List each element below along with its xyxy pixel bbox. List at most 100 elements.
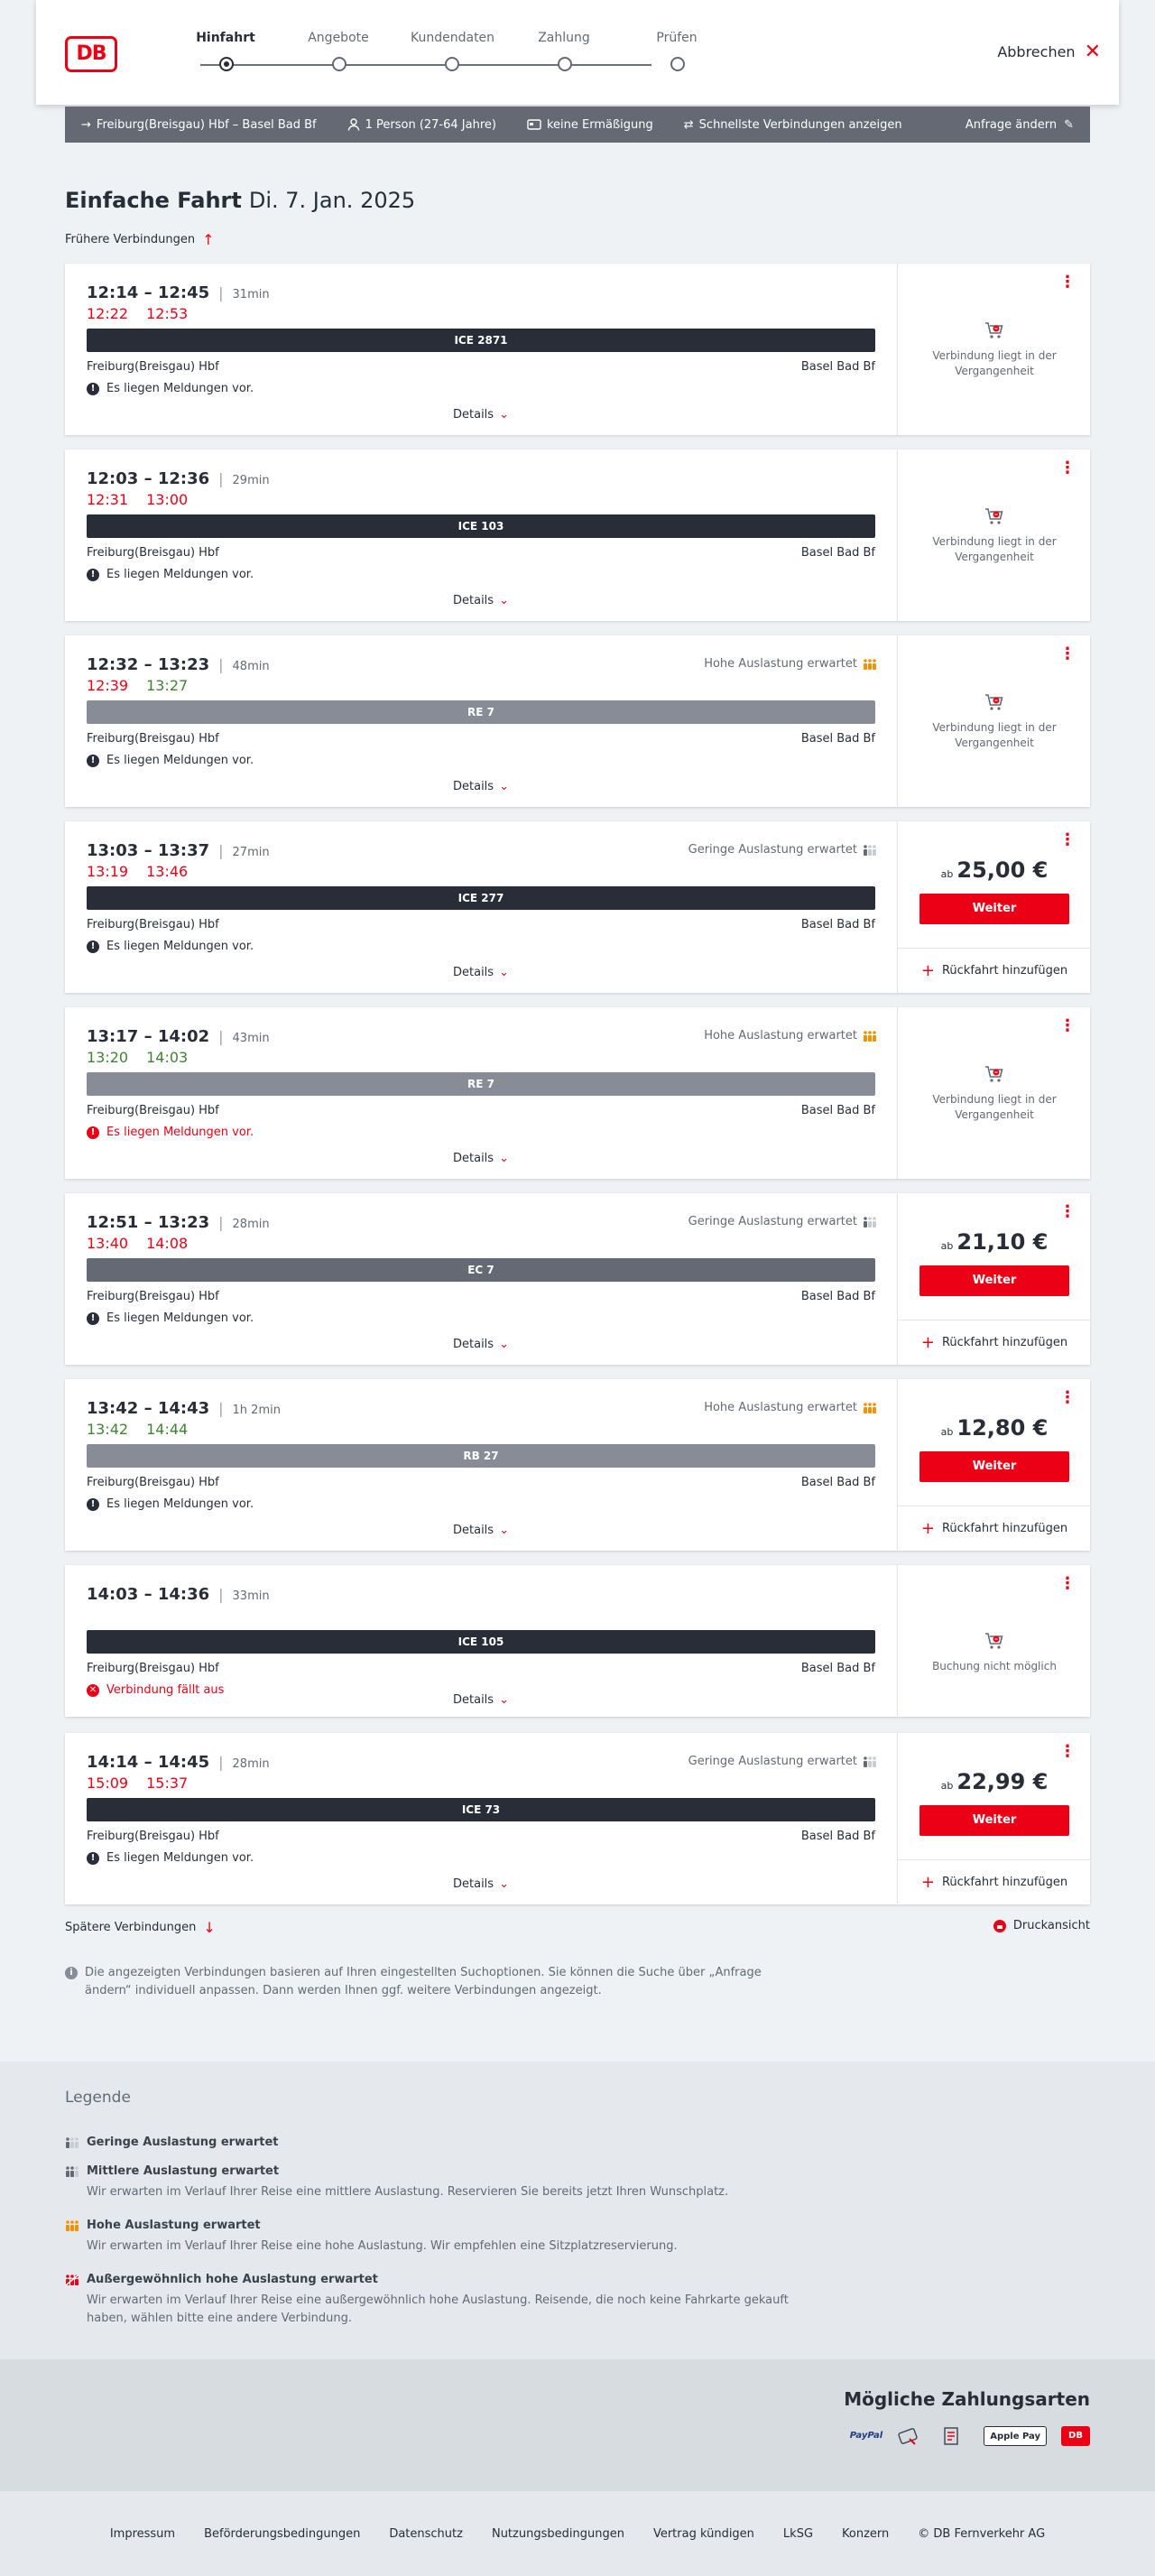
chevron-down-icon: ⌄ [499,408,509,422]
footer-link-konzern[interactable]: Konzern [842,2527,889,2541]
add-return-button[interactable]: + Rückfahrt hinzufügen [898,1320,1091,1365]
cancel-button[interactable]: Abbrechen ✕ [997,42,1101,61]
destination-station: Basel Bad Bf [800,1104,875,1117]
train-bar: ICE 105 [87,1630,875,1654]
footer: Impressum Beförderungsbedingungen Datens… [0,2491,1155,2576]
connection-card[interactable]: 13:03 – 13:37 | 27min 13:19 13:46 Geringe Aus… [65,821,1091,993]
booking-page: DB Hinfahrt Angebote Kundendaten Zahlung… [0,0,1155,2576]
more-options-icon[interactable]: ⋮ [1059,1390,1076,1406]
step-dot [219,57,234,71]
notice-message: ! Es liegen Meldungen vor. [87,1126,254,1139]
step-dot [558,57,572,71]
arrow-up-icon: ↑ [202,231,215,248]
origin-station: Freiburg(Breisgau) Hbf [87,1290,219,1303]
duration: 33min [232,1589,270,1603]
more-options-icon[interactable]: ⋮ [1059,274,1076,291]
more-options-icon[interactable]: ⋮ [1059,1204,1076,1220]
realtime-arrival: 13:46 [146,863,189,880]
duration: 43min [232,1032,270,1045]
footer-link-datenschutz[interactable]: Datenschutz [389,2527,463,2541]
print-view-link[interactable]: Druckansicht [993,1919,1090,1932]
details-toggle[interactable]: Details ⌄ [65,408,897,422]
connection-card[interactable]: 13:17 – 14:02 | 43min 13:20 14:03 Hohe Auslas… [65,1007,1090,1179]
db-logo[interactable]: DB [65,36,117,72]
origin-station: Freiburg(Breisgau) Hbf [87,1662,219,1675]
details-toggle[interactable]: Details ⌄ [65,780,897,793]
more-options-icon[interactable]: ⋮ [1059,1018,1076,1034]
footer-link-vertrag-kuendigen[interactable]: Vertrag kündigen [653,2527,754,2541]
change-query-button[interactable]: Anfrage ändern ✎ [966,118,1074,132]
footer-link-lksg[interactable]: LkSG [783,2527,813,2541]
more-options-icon[interactable]: ⋮ [1059,1744,1076,1760]
occupancy-high-icon [863,658,877,671]
connection-details: 14:03 – 14:36 | 33min ICE 105 Freiburg(Breis… [65,1565,897,1717]
footer-link-impressum[interactable]: Impressum [110,2527,175,2541]
continue-button[interactable]: Weiter [919,1451,1069,1482]
destination-station: Basel Bad Bf [800,1830,875,1843]
more-options-icon[interactable]: ⋮ [1059,832,1076,848]
details-toggle[interactable]: Details ⌄ [65,1693,897,1707]
connection-card[interactable]: 12:14 – 12:45 | 31min 12:22 12:53 ICE 2871 Fre… [65,264,1090,435]
more-options-icon[interactable]: ⋮ [1059,460,1076,477]
realtime-times: 13:19 13:46 [87,863,188,880]
apple-pay-icon: Apple Pay [984,2426,1047,2446]
later-connections-link[interactable]: Spätere Verbindungen ↓ [65,1919,216,1936]
scheduled-times: 13:42 – 14:43 | 1h 2min [87,1399,281,1418]
footer-link-nutzungsbedingungen[interactable]: Nutzungsbedingungen [492,2527,624,2541]
connection-status: Verbindung liegt in der Vergangenheit [898,1063,1091,1123]
alert-icon: ! [87,940,99,953]
connection-card[interactable]: 14:14 – 14:45 | 28min 15:09 15:37 Geringe Aus… [65,1733,1091,1904]
search-info-note: i Die angezeigten Verbindungen basieren a… [65,1964,769,2000]
details-toggle[interactable]: Details ⌄ [65,1877,897,1891]
price: ab 12,80 € [940,1415,1049,1441]
footer-link-befoerderungsbedingungen[interactable]: Beförderungsbedingungen [204,2527,360,2541]
connection-card[interactable]: 14:03 – 14:36 | 33min ICE 105 Freiburg(Breis… [65,1565,1090,1717]
offer-panel: ⋮ ab 25,00 € Weiter + Rückfahrt hinzufügen [897,821,1091,993]
step-pruefen[interactable]: Prüfen [636,31,717,71]
details-toggle[interactable]: Details ⌄ [65,966,897,979]
step-kundendaten[interactable]: Kundendaten [411,31,494,71]
details-toggle[interactable]: Details ⌄ [65,1524,897,1537]
origin-station: Freiburg(Breisgau) Hbf [87,546,219,560]
credit-card-icon [897,2426,926,2446]
step-hinfahrt[interactable]: Hinfahrt [185,31,266,71]
scheduled-times: 12:51 – 13:23 | 28min [87,1213,270,1232]
occupancy-indicator: Hohe Auslastung erwartet [704,1401,877,1414]
continue-button[interactable]: Weiter [919,1265,1069,1296]
more-options-icon[interactable]: ⋮ [1059,646,1076,663]
realtime-departure: 15:09 [87,1774,129,1792]
step-zahlung[interactable]: Zahlung [523,31,605,71]
details-toggle[interactable]: Details ⌄ [65,594,897,607]
more-options-icon[interactable]: ⋮ [1059,1576,1076,1592]
details-toggle[interactable]: Details ⌄ [65,1338,897,1351]
alert-icon: ! [87,1851,99,1865]
step-angebote[interactable]: Angebote [298,31,379,71]
offer-panel: ⋮ Buchung nicht möglich [897,1565,1090,1717]
arrow-right-icon: → [81,117,91,132]
connection-details: 12:32 – 13:23 | 48min 12:39 13:27 Hohe Auslas… [65,635,897,807]
add-return-button[interactable]: + Rückfahrt hinzufügen [898,1506,1091,1551]
realtime-times: 15:09 15:37 [87,1774,188,1792]
connection-card[interactable]: 12:03 – 12:36 | 29min 12:31 13:00 ICE 103 Frei… [65,449,1090,621]
cart-icon [898,691,1091,713]
price: ab 22,99 € [940,1769,1049,1794]
notice-message: ! Es liegen Meldungen vor. [87,382,254,395]
connection-card[interactable]: 12:51 – 13:23 | 28min 13:40 14:08 Geringe Aus… [65,1193,1091,1365]
earlier-connections-link[interactable]: Frühere Verbindungen ↑ [65,231,215,248]
connection-details: 14:14 – 14:45 | 28min 15:09 15:37 Geringe Aus… [65,1733,897,1904]
connection-card[interactable]: 12:32 – 13:23 | 48min 12:39 13:27 Hohe Auslas… [65,635,1090,807]
realtime-departure: 13:19 [87,863,129,880]
connection-card[interactable]: 13:42 – 14:43 | 1h 2min 13:42 14:44 Hohe Ausl… [65,1379,1091,1551]
chevron-down-icon: ⌄ [499,1693,509,1707]
continue-button[interactable]: Weiter [919,894,1069,924]
offer-panel: ⋮ ab 12,80 € Weiter + Rückfahrt hinzufügen [897,1379,1091,1551]
realtime-arrival: 14:03 [146,1049,189,1066]
add-return-button[interactable]: + Rückfahrt hinzufügen [898,1859,1091,1904]
realtime-times: 13:40 14:08 [87,1235,188,1252]
details-toggle[interactable]: Details ⌄ [65,1152,897,1165]
realtime-departure: 13:42 [87,1421,129,1438]
header: DB Hinfahrt Angebote Kundendaten Zahlung… [36,0,1119,105]
origin-station: Freiburg(Breisgau) Hbf [87,1104,219,1117]
add-return-button[interactable]: + Rückfahrt hinzufügen [898,948,1091,993]
continue-button[interactable]: Weiter [919,1805,1069,1836]
